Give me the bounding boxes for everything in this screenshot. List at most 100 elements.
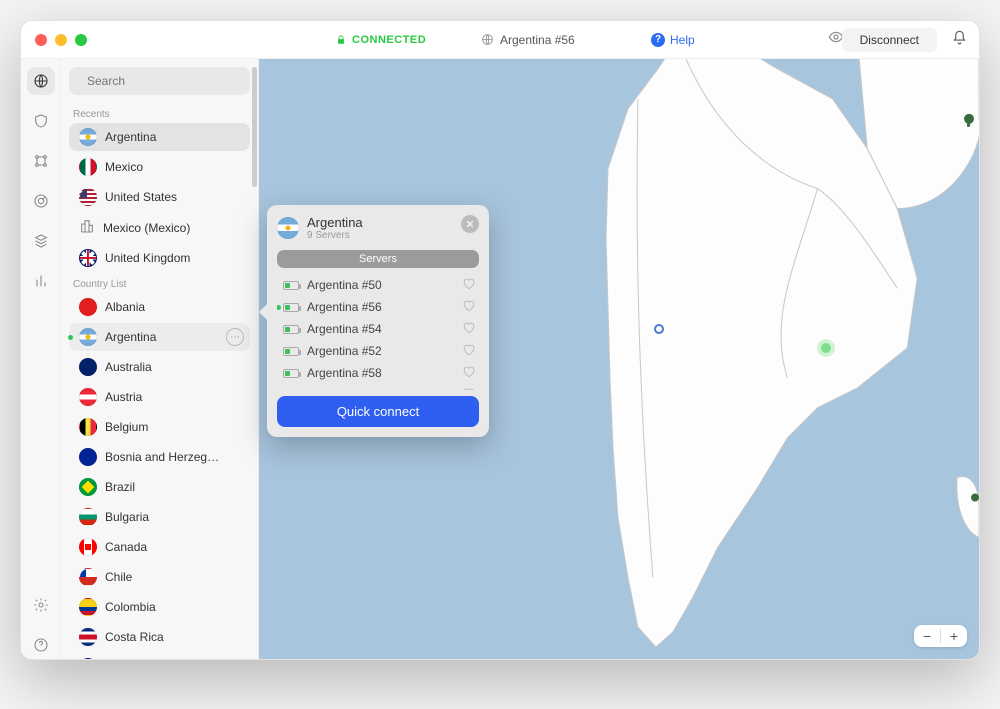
server-row[interactable]: Argentina #58 <box>277 362 479 384</box>
item-label: United Kingdom <box>105 251 190 265</box>
nav-mesh[interactable] <box>27 147 55 175</box>
nav-countries[interactable] <box>27 67 55 95</box>
server-load-icon <box>283 303 299 312</box>
flag-icon <box>79 508 97 526</box>
country-item[interactable]: Bosnia and Herzeg… <box>69 443 250 471</box>
disconnect-button[interactable]: Disconnect <box>842 28 937 52</box>
section-recents-label: Recents <box>61 103 258 122</box>
lock-icon <box>336 35 346 45</box>
flag-icon <box>79 568 97 586</box>
zoom-out-button[interactable]: − <box>914 625 940 647</box>
recents-item[interactable]: United States <box>69 183 250 211</box>
server-label: Argentina #56 <box>307 300 382 314</box>
nav-settings[interactable] <box>27 591 55 619</box>
titlebar: CONNECTED Argentina #56 ? Help Disconnec… <box>21 21 979 59</box>
flag-icon <box>79 538 97 556</box>
server-row[interactable]: Argentina #55 <box>277 384 479 390</box>
popover-close-button[interactable]: ✕ <box>461 215 479 233</box>
nav-shield[interactable] <box>27 107 55 135</box>
favorite-icon[interactable] <box>462 365 475 381</box>
server-load-icon <box>283 281 299 290</box>
popover-flag-icon <box>277 217 299 239</box>
server-row[interactable]: Argentina #54 <box>277 318 479 340</box>
server-row[interactable]: Argentina #50 <box>277 274 479 296</box>
close-window-button[interactable] <box>35 34 47 46</box>
current-server-label: Argentina #56 <box>500 33 575 47</box>
item-label: Costa Rica <box>105 630 164 644</box>
flag-icon <box>79 388 97 406</box>
nav-support[interactable] <box>27 631 55 659</box>
flag-icon <box>79 188 97 206</box>
server-row[interactable]: Argentina #52 <box>277 340 479 362</box>
flag-icon <box>79 249 97 267</box>
zoom-in-button[interactable]: + <box>941 625 967 647</box>
more-options-icon[interactable]: ⋯ <box>226 328 244 346</box>
help-icon: ? <box>651 33 665 47</box>
recents-item[interactable]: Mexico <box>69 153 250 181</box>
recents-item[interactable]: Argentina <box>69 123 250 151</box>
item-label: Bulgaria <box>105 510 149 524</box>
help-link[interactable]: ? Help <box>651 33 695 47</box>
fullscreen-window-button[interactable] <box>75 34 87 46</box>
item-label: Belgium <box>105 420 148 434</box>
search-box[interactable] <box>69 67 250 95</box>
item-label: Australia <box>105 360 152 374</box>
favorite-icon[interactable] <box>462 343 475 359</box>
country-item[interactable]: Australia <box>69 353 250 381</box>
server-label: Argentina #54 <box>307 322 382 336</box>
item-label: Argentina <box>105 330 156 344</box>
sidebar: Recents Argentina Mexico United States Mexi… <box>61 59 259 659</box>
sidebar-scrollbar[interactable] <box>252 67 257 187</box>
item-label: Mexico <box>105 160 143 174</box>
connection-status: CONNECTED <box>336 34 426 46</box>
server-label: Argentina #52 <box>307 344 382 358</box>
flag-icon <box>79 448 97 466</box>
server-row[interactable]: Argentina #56 <box>277 296 479 318</box>
country-item[interactable]: Belgium <box>69 413 250 441</box>
item-label: Bosnia and Herzeg… <box>105 450 219 464</box>
favorite-icon[interactable] <box>462 321 475 337</box>
flag-icon <box>79 418 97 436</box>
flag-icon <box>79 128 97 146</box>
nav-stats[interactable] <box>27 267 55 295</box>
connected-indicator-icon <box>277 305 281 310</box>
country-item[interactable]: Croatia <box>69 653 250 660</box>
item-label: Brazil <box>105 480 135 494</box>
nav-rail <box>21 59 61 659</box>
server-label: Argentina #50 <box>307 278 382 292</box>
map-pin-argentina[interactable] <box>821 343 831 353</box>
flag-icon <box>79 478 97 496</box>
country-item[interactable]: Chile <box>69 563 250 591</box>
country-item[interactable]: Austria <box>69 383 250 411</box>
quick-connect-button[interactable]: Quick connect <box>277 396 479 427</box>
recents-item[interactable]: United Kingdom <box>69 244 250 272</box>
item-label: United States <box>105 190 177 204</box>
section-countries-label: Country List <box>61 273 258 292</box>
country-item[interactable]: Canada <box>69 533 250 561</box>
popover-tab-servers[interactable]: Servers <box>277 250 479 268</box>
country-item[interactable]: Albania <box>69 293 250 321</box>
server-label: Argentina #58 <box>307 366 382 380</box>
item-label: Colombia <box>105 600 156 614</box>
server-load-icon <box>283 347 299 356</box>
favorite-icon[interactable] <box>462 299 475 315</box>
country-item[interactable]: Argentina ⋯ <box>69 323 250 351</box>
notifications-icon[interactable] <box>952 30 967 50</box>
nav-speed[interactable] <box>27 187 55 215</box>
country-item[interactable]: Colombia <box>69 593 250 621</box>
nav-presets[interactable] <box>27 227 55 255</box>
flag-icon <box>79 298 97 316</box>
favorite-icon[interactable] <box>462 387 475 390</box>
country-item[interactable]: Costa Rica <box>69 623 250 651</box>
map-pin-chile[interactable] <box>654 324 664 334</box>
minimize-window-button[interactable] <box>55 34 67 46</box>
recents-list: Argentina Mexico United States Mexico (Mexi… <box>61 122 258 273</box>
recents-item[interactable]: Mexico (Mexico) <box>69 213 250 242</box>
server-list: Argentina #50 Argentina #56 Argentina #54 A… <box>277 274 479 390</box>
flag-icon <box>79 598 97 616</box>
search-input[interactable] <box>87 74 242 88</box>
country-item[interactable]: Brazil <box>69 473 250 501</box>
favorite-icon[interactable] <box>462 277 475 293</box>
current-server: Argentina #56 <box>481 33 575 47</box>
country-item[interactable]: Bulgaria <box>69 503 250 531</box>
